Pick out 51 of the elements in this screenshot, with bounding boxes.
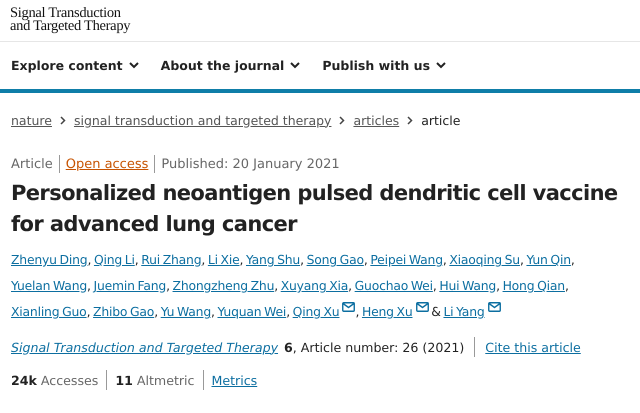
email-icon[interactable] — [488, 302, 501, 312]
caret-icon — [290, 62, 300, 69]
author-link[interactable]: Yang Shu — [246, 252, 300, 267]
chevron-icon — [60, 116, 66, 124]
article-type: Article — [11, 156, 53, 172]
journal-link[interactable]: Signal Transduction and Targeted Therapy — [11, 340, 278, 354]
nav-menu[interactable]: Publish with us — [322, 58, 446, 73]
caret-icon — [128, 62, 139, 69]
breadcrumb-current: article — [421, 112, 460, 128]
email-icon[interactable] — [342, 302, 356, 312]
nav-menu[interactable]: About the journal — [160, 58, 300, 73]
author-link[interactable]: Guochao Wei — [354, 278, 433, 293]
author-link[interactable]: Hong Qian — [502, 278, 565, 293]
author-link[interactable]: Juemin Fang — [94, 278, 166, 293]
author-link[interactable]: Zhenyu Ding — [11, 252, 88, 267]
author-link[interactable]: Qing Xu — [292, 304, 356, 319]
author-link[interactable]: Li Yang — [443, 304, 501, 319]
metric-count: 24k Accesses — [11, 372, 98, 388]
author-link[interactable]: Li Xie — [208, 252, 240, 267]
author-link[interactable]: Yuelan Wang — [11, 278, 88, 293]
author-link[interactable]: Qing Li — [94, 252, 135, 267]
article-title: Personalized neoantigen pulsed dendritic cell vaccine for advanced lung cancer — [11, 180, 619, 238]
chevron-icon — [407, 116, 414, 124]
author-link[interactable]: Heng Xu — [362, 304, 428, 319]
breadcrumb-link[interactable]: signal transduction and targeted therapy — [74, 112, 332, 128]
author-link[interactable]: Song Gao — [306, 252, 364, 267]
caret-icon — [436, 62, 446, 69]
citation-details: 6, Article number: 26 (2021) — [284, 340, 464, 354]
author-list: Zhenyu Ding, Qing Li, Rui Zhang, Li Xie, Yang Shu, Song Gao, Peipei Wang, Xiaoqing Su, Yun Qin, Yuelan Wang, Juemin Fang, Zhongzheng Zhu, Xuyang Xia, Guochao Wei, Hui Wang, Hong Qian, Xianling Guo, Zhibo Gao, Yu Wang, Yuquan Wei, Qing Xu , Heng Xu & Li Yang — [11, 247, 629, 325]
author-link[interactable]: Xianling Guo — [11, 304, 87, 319]
author-link[interactable]: Xuyang Xia — [280, 278, 348, 293]
open-access-link[interactable]: Open access — [66, 156, 148, 172]
metric-count: 11 Altmetric — [115, 372, 194, 388]
author-link[interactable]: Hui Wang — [439, 278, 496, 293]
author-link[interactable]: Xiaoqing Su — [449, 252, 520, 267]
author-link[interactable]: Yuquan Wei — [217, 304, 286, 319]
author-link[interactable]: Rui Zhang — [141, 252, 202, 267]
nav-menu[interactable]: Explore content — [11, 58, 139, 73]
journal-logo[interactable]: Signal Transduction and Targeted Therapy — [10, 7, 130, 32]
author-link[interactable]: Yun Qin — [526, 252, 571, 267]
cite-link[interactable]: Cite this article — [485, 340, 581, 354]
metrics-link[interactable]: Metrics — [212, 372, 258, 388]
author-link[interactable]: Zhongzheng Zhu — [172, 278, 274, 293]
author-link[interactable]: Peipei Wang — [370, 252, 443, 267]
breadcrumb-link[interactable]: articles — [353, 112, 400, 128]
chevron-icon — [339, 116, 346, 124]
author-link[interactable]: Yu Wang — [160, 304, 211, 319]
breadcrumb-link[interactable]: nature — [11, 112, 52, 128]
author-link[interactable]: Zhibo Gao — [93, 304, 154, 319]
publish-date: Published: 20 January 2021 — [161, 156, 340, 172]
email-icon[interactable] — [416, 302, 428, 312]
